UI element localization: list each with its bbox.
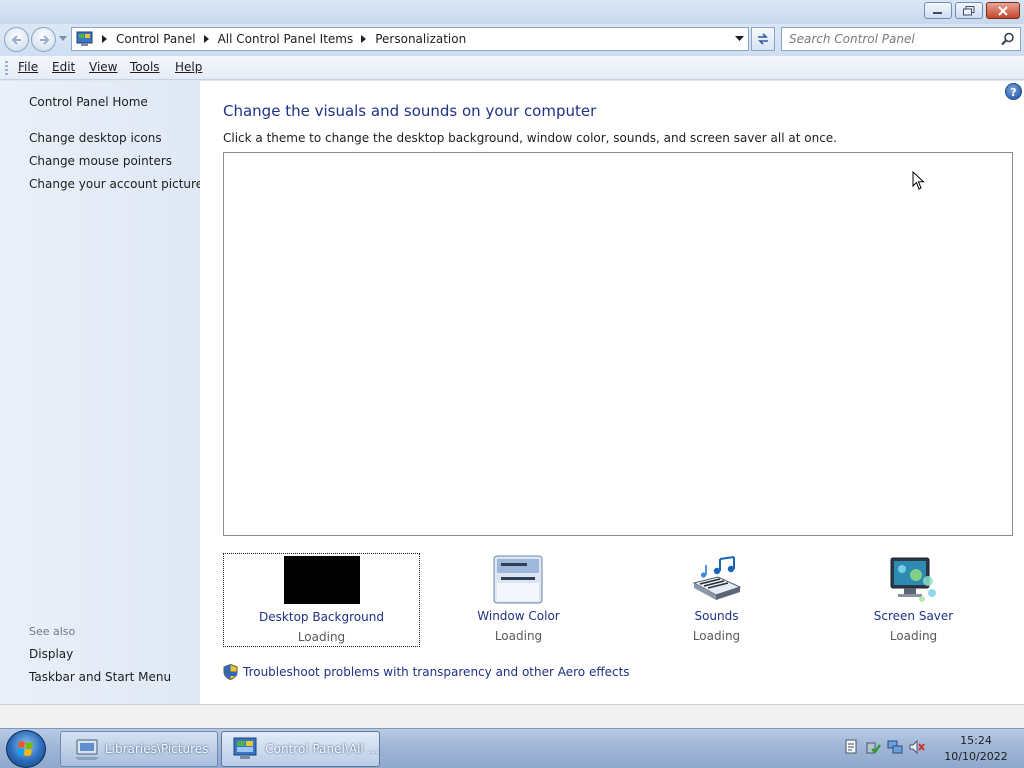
screen-saver-status: Loading xyxy=(889,629,938,643)
breadcrumb-all-items[interactable]: All Control Panel Items xyxy=(218,32,354,46)
breadcrumb-arrow-icon[interactable] xyxy=(102,35,107,43)
window-color-icon xyxy=(493,555,543,604)
network-icon[interactable] xyxy=(887,739,903,755)
breadcrumb-arrow-icon[interactable] xyxy=(361,35,367,43)
restore-icon xyxy=(963,5,975,15)
action-center-icon[interactable] xyxy=(843,739,859,755)
taskbar-control-panel-label: Control Panel\All ... xyxy=(265,742,379,756)
taskbar: Libraries\Pictures Control Panel\All ... xyxy=(0,728,1024,768)
menu-view[interactable]: View xyxy=(89,60,117,74)
page-description: Click a theme to change the desktop back… xyxy=(223,131,837,145)
main-pane: ? Change the visuals and sounds on your … xyxy=(200,81,1024,704)
breadcrumb-control-panel[interactable]: Control Panel xyxy=(116,32,196,46)
control-panel-taskbar-icon xyxy=(233,737,257,759)
window-color-title: Window Color xyxy=(477,609,560,623)
start-button[interactable] xyxy=(6,730,46,768)
forward-arrow-icon xyxy=(40,35,50,45)
libraries-icon xyxy=(75,739,99,760)
volume-muted-icon[interactable] xyxy=(909,739,925,755)
navigation-bar: Control Panel All Control Panel Items Pe… xyxy=(0,24,1024,56)
menu-grip xyxy=(5,61,8,75)
forward-button[interactable] xyxy=(31,27,56,52)
system-clock[interactable]: 15:24 10/10/2022 xyxy=(942,733,1010,765)
window-color-tile[interactable]: Window Color Loading xyxy=(420,553,617,647)
refresh-icon xyxy=(758,33,768,45)
mouse-cursor-icon xyxy=(912,171,925,190)
change-account-picture-link[interactable]: Change your account picture xyxy=(29,177,203,191)
desktop-background-title: Desktop Background xyxy=(259,610,384,624)
sounds-title: Sounds xyxy=(694,609,739,623)
address-dropdown-icon[interactable] xyxy=(735,36,744,42)
help-icon[interactable]: ? xyxy=(1005,83,1022,100)
close-icon xyxy=(998,5,1008,16)
minimize-icon xyxy=(933,11,942,14)
taskbar-control-panel[interactable]: Control Panel\All ... xyxy=(221,731,380,767)
clock-date: 10/10/2022 xyxy=(944,750,1008,763)
search-icon[interactable] xyxy=(1001,32,1015,46)
screen-saver-tile[interactable]: Screen Saver Loading xyxy=(815,553,1012,647)
menu-edit[interactable]: Edit xyxy=(52,60,75,74)
status-bar xyxy=(0,704,1024,728)
desktop-background-status: Loading xyxy=(297,630,346,644)
page-title: Change the visuals and sounds on your co… xyxy=(223,102,597,120)
menu-tools-label: Tools xyxy=(130,60,160,74)
menu-file-label: File xyxy=(18,60,39,74)
menu-file[interactable]: File xyxy=(18,60,38,74)
clock-time: 15:24 xyxy=(960,734,992,747)
refresh-button[interactable] xyxy=(751,27,775,51)
left-pane: Control Panel Home Change desktop icons … xyxy=(0,81,203,704)
screen-saver-icon xyxy=(890,557,936,602)
taskbar-libraries-pictures[interactable]: Libraries\Pictures xyxy=(60,731,218,767)
desktop-background-thumbnail xyxy=(284,556,360,604)
restore-button[interactable] xyxy=(955,2,983,19)
menu-help-label: Help xyxy=(175,60,203,74)
change-desktop-icons-link[interactable]: Change desktop icons xyxy=(29,131,162,145)
menu-edit-label: Edit xyxy=(52,60,76,74)
sounds-tile[interactable]: Sounds Loading xyxy=(618,553,815,647)
display-link[interactable]: Display xyxy=(29,647,73,661)
close-button[interactable] xyxy=(986,2,1020,19)
aero-troubleshoot-label: Troubleshoot problems with transparency … xyxy=(243,665,630,679)
notification-area xyxy=(843,739,925,755)
menu-help[interactable]: Help xyxy=(175,60,202,74)
search-box[interactable] xyxy=(781,27,1021,51)
uac-shield-icon xyxy=(223,664,238,680)
title-bar xyxy=(0,0,1024,24)
search-input[interactable] xyxy=(789,31,994,47)
taskbar-libraries-label: Libraries\Pictures xyxy=(105,742,209,756)
sounds-icon xyxy=(692,556,742,600)
security-check-icon[interactable] xyxy=(865,739,881,755)
breadcrumb-arrow-icon[interactable] xyxy=(203,35,209,43)
see-also-heading: See also xyxy=(29,625,76,638)
breadcrumb-personalization[interactable]: Personalization xyxy=(375,32,466,46)
menu-tools[interactable]: Tools xyxy=(130,60,160,74)
taskbar-start-menu-link[interactable]: Taskbar and Start Menu xyxy=(29,670,171,684)
menu-view-label: View xyxy=(89,60,118,74)
caption-buttons xyxy=(924,2,1020,19)
window-color-status: Loading xyxy=(494,629,543,643)
aero-troubleshoot-link[interactable]: Troubleshoot problems with transparency … xyxy=(223,664,630,680)
control-panel-home-link[interactable]: Control Panel Home xyxy=(29,95,148,109)
breadcrumb: Control Panel All Control Panel Items Pe… xyxy=(94,32,466,46)
desktop-background-tile[interactable]: Desktop Background Loading xyxy=(223,553,420,647)
sounds-status: Loading xyxy=(692,629,741,643)
change-mouse-pointers-link[interactable]: Change mouse pointers xyxy=(29,154,172,168)
back-button[interactable] xyxy=(4,27,29,52)
theme-list[interactable] xyxy=(223,152,1013,536)
control-panel-icon xyxy=(76,31,93,46)
windows-logo-icon xyxy=(17,741,33,756)
menu-bar: File Edit View Tools Help xyxy=(0,56,1024,80)
recent-pages-chevron-icon[interactable] xyxy=(59,36,67,42)
back-arrow-icon xyxy=(11,35,21,45)
minimize-button[interactable] xyxy=(924,2,952,19)
screen-saver-title: Screen Saver xyxy=(873,609,954,623)
address-bar[interactable]: Control Panel All Control Panel Items Pe… xyxy=(71,27,749,51)
